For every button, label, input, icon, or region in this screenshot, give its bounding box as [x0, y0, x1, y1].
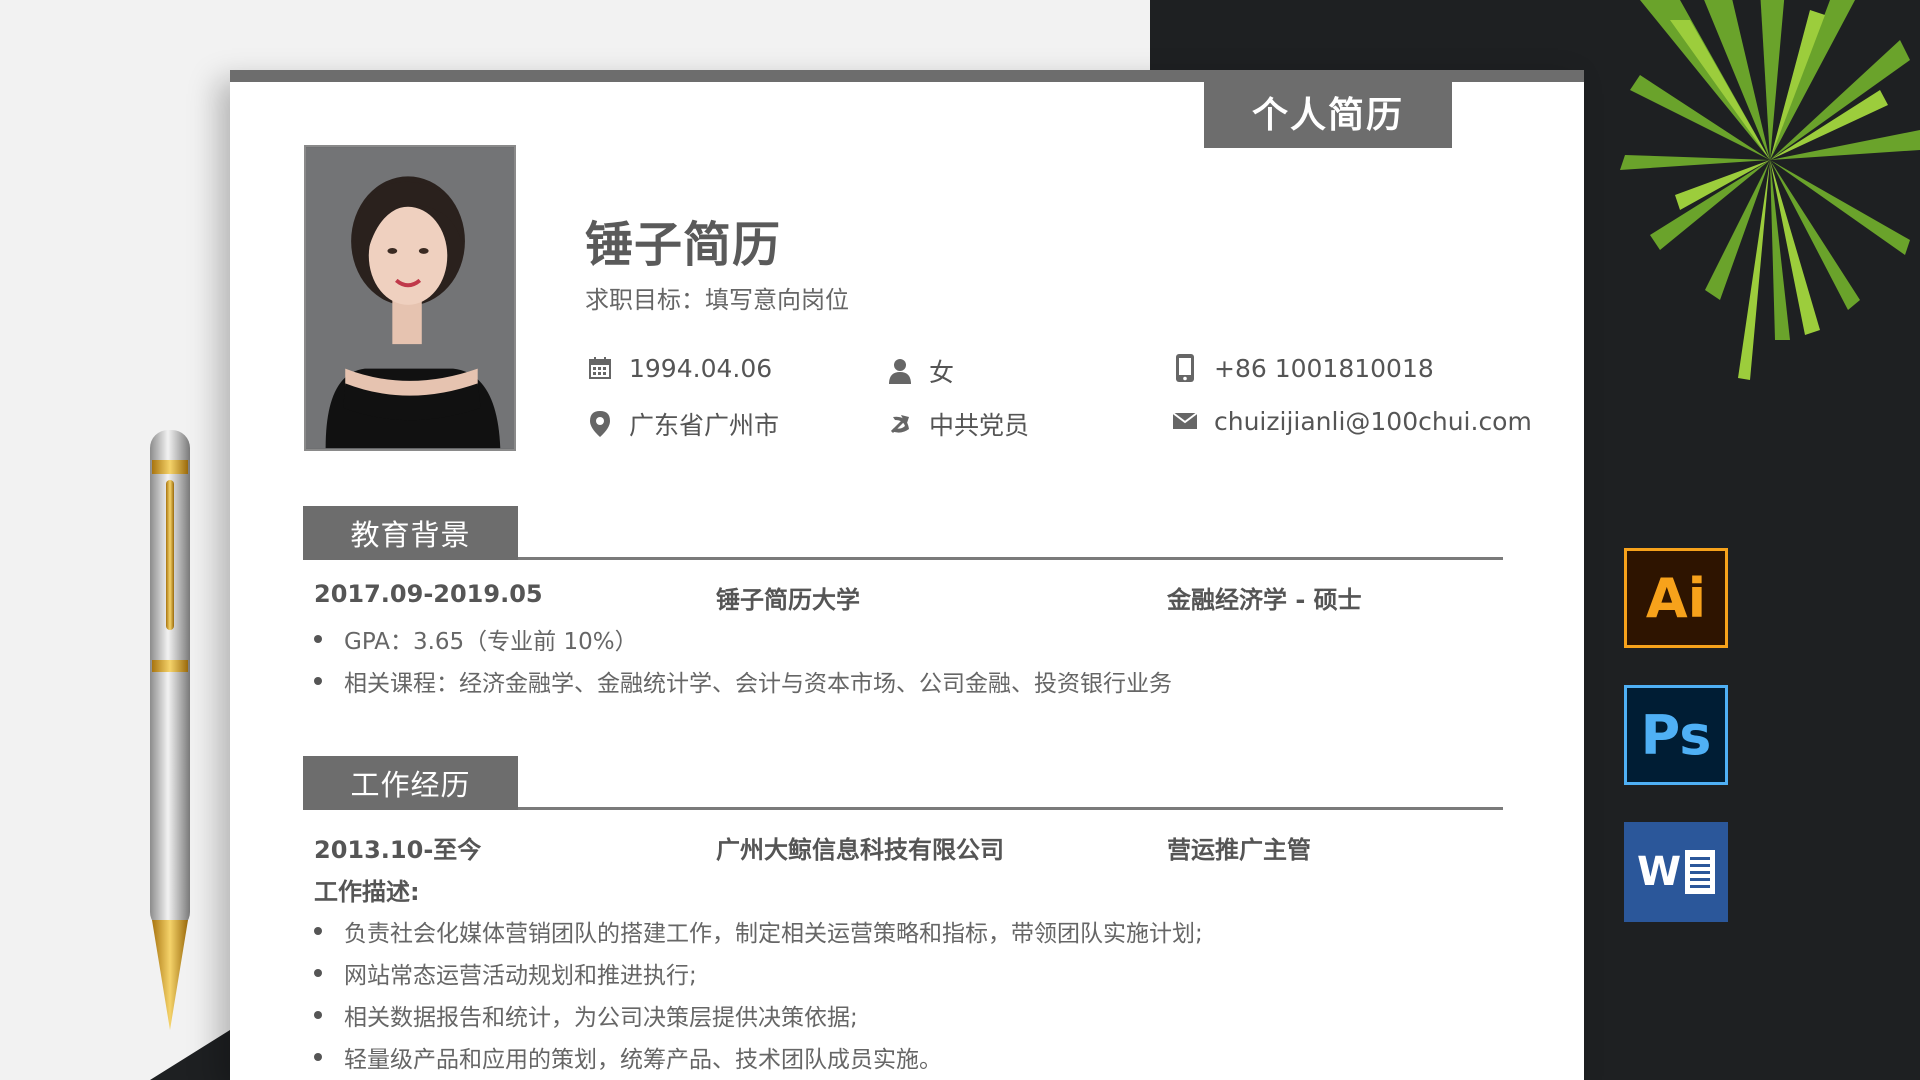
list-item: 网站常态运营活动规划和推进执行; [314, 956, 697, 990]
info-location: 广东省广州市 [585, 406, 779, 442]
birthday-text: 1994.04.06 [629, 353, 773, 383]
work-description-label: 工作描述: [314, 878, 420, 906]
politics-text: 中共党员 [929, 411, 1030, 440]
bullet-dot [314, 635, 322, 643]
education-bullet-gpa: GPA：3.65（专业前 10%） [344, 629, 638, 655]
work-bullet-1: 负责社会化媒体营销团队的搭建工作，制定相关运营策略和指标，带领团队实施计划; [344, 921, 1203, 947]
word-icon-label: W [1636, 849, 1682, 895]
work-company: 广州大鲸信息科技有限公司 [716, 836, 1004, 864]
education-period: 2017.09-2019.05 [314, 580, 543, 608]
education-school: 锤子简历大学 [716, 586, 860, 614]
info-gender: 女 [885, 353, 954, 389]
work-section-header: 工作经历 [303, 756, 1503, 810]
photoshop-icon-label: Ps [1640, 703, 1712, 767]
info-phone: +86 1001810018 [1170, 353, 1434, 383]
list-item: 负责社会化媒体营销团队的搭建工作，制定相关运营策略和指标，带领团队实施计划; [314, 914, 1203, 948]
bullet-dot [314, 927, 322, 935]
list-item: GPA：3.65（专业前 10%） [314, 622, 638, 656]
education-bullet-courses: 相关课程：经济金融学、金融统计学、会计与资本市场、公司金融、投资银行业务 [344, 671, 1172, 697]
dark-corner [150, 1000, 260, 1080]
illustrator-icon-label: Ai [1645, 566, 1707, 630]
location-text: 广东省广州市 [629, 411, 780, 440]
photoshop-icon: Ps [1624, 685, 1728, 785]
calendar-icon [585, 353, 615, 383]
party-emblem-icon [885, 409, 915, 439]
bullet-dot [314, 677, 322, 685]
plant-decoration [1620, 0, 1920, 380]
education-heading: 教育背景 [303, 506, 518, 560]
bullet-dot [314, 1011, 322, 1019]
work-bullet-4: 轻量级产品和应用的策划，统筹产品、技术团队成员实施。 [344, 1047, 942, 1073]
education-major: 金融经济学 - 硕士 [1167, 586, 1362, 614]
phone-text: +86 1001810018 [1214, 353, 1434, 383]
info-politics: 中共党员 [885, 406, 1029, 442]
envelope-icon [1170, 406, 1200, 436]
education-section-header: 教育背景 [303, 506, 1503, 560]
work-role: 营运推广主管 [1167, 836, 1311, 864]
email-text: chuizijianli@100chui.com [1214, 406, 1532, 436]
work-bullet-3: 相关数据报告和统计，为公司决策层提供决策依据; [344, 1005, 858, 1031]
person-icon [885, 356, 915, 386]
job-objective: 求职目标：填写意向岗位 [585, 286, 849, 314]
fountain-pen-decoration [150, 430, 190, 1030]
gender-text: 女 [929, 358, 955, 387]
info-email: chuizijianli@100chui.com [1170, 406, 1532, 436]
illustrator-icon: Ai [1624, 548, 1728, 648]
work-bullet-2: 网站常态运营活动规划和推进执行; [344, 963, 697, 989]
word-icon: W [1624, 822, 1728, 922]
profile-photo [304, 145, 516, 451]
resume-paper: 个人简历 锤子简历 求职目标：填写意向岗位 1994.04.06 女 +86 1… [230, 70, 1584, 1080]
location-pin-icon [585, 409, 615, 439]
info-birthday: 1994.04.06 [585, 353, 772, 383]
list-item: 轻量级产品和应用的策划，统筹产品、技术团队成员实施。 [314, 1040, 942, 1074]
word-lines-icon [1685, 850, 1716, 894]
bullet-dot [314, 969, 322, 977]
work-heading: 工作经历 [303, 756, 518, 810]
work-period: 2013.10-至今 [314, 836, 482, 864]
list-item: 相关课程：经济金融学、金融统计学、会计与资本市场、公司金融、投资银行业务 [314, 664, 1172, 698]
resume-title-tab: 个人简历 [1204, 70, 1452, 148]
list-item: 相关数据报告和统计，为公司决策层提供决策依据; [314, 998, 858, 1032]
candidate-name: 锤子简历 [585, 217, 782, 273]
bullet-dot [314, 1053, 322, 1061]
mobile-phone-icon [1170, 353, 1200, 383]
